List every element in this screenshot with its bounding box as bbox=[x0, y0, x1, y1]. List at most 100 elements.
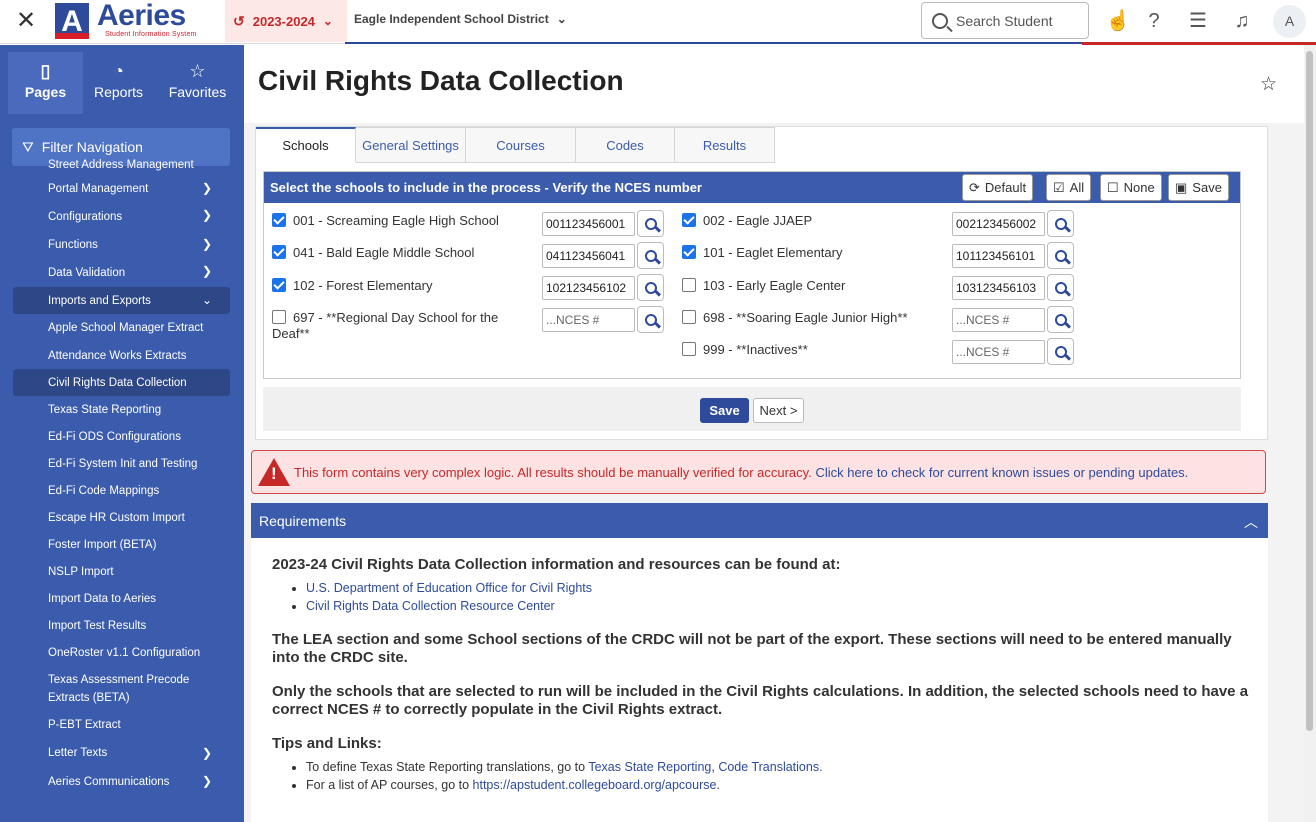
sidebar-item-escape-hr-custom-import[interactable]: Escape HR Custom Import bbox=[0, 504, 244, 531]
nces-field[interactable] bbox=[542, 244, 635, 268]
sidebar-item-ed-fi-system-init-and-testing[interactable]: Ed-Fi System Init and Testing bbox=[0, 450, 244, 477]
tip-text: For a list of AP courses, go to bbox=[306, 778, 470, 792]
ocr-link[interactable]: U.S. Department of Education Office for … bbox=[306, 581, 592, 595]
sidebar-item-import-test-results[interactable]: Import Test Results bbox=[0, 612, 244, 639]
sidebar-item-texas-assessment-precode-extracts[interactable]: Texas Assessment Precode Extracts (BETA) bbox=[0, 666, 244, 711]
school-checkbox[interactable] bbox=[272, 245, 286, 259]
nces-lookup-button[interactable] bbox=[637, 306, 664, 333]
nces-field[interactable] bbox=[952, 340, 1045, 364]
avatar[interactable]: A bbox=[1273, 5, 1306, 38]
nces-lookup-button[interactable] bbox=[637, 274, 664, 301]
sidebar-item-street-address-management[interactable]: Street Address Management bbox=[0, 155, 244, 175]
school-row[interactable]: 002 - Eagle JJAEP bbox=[682, 213, 812, 229]
save-button[interactable]: Save bbox=[700, 398, 749, 423]
nces-field[interactable] bbox=[952, 308, 1045, 332]
code-translations-link[interactable]: Code Translations. bbox=[718, 760, 822, 774]
nces-lookup-button[interactable] bbox=[1047, 242, 1074, 269]
sidebar-item-ed-fi-ods-configurations[interactable]: Ed-Fi ODS Configurations bbox=[0, 423, 244, 450]
scrollbar[interactable] bbox=[1304, 45, 1316, 822]
nces-field[interactable] bbox=[952, 244, 1045, 268]
tab-schools[interactable]: Schools bbox=[256, 127, 356, 163]
close-icon[interactable]: ✕ bbox=[14, 9, 38, 33]
tab-results[interactable]: Results bbox=[675, 127, 775, 163]
sidebar-item-functions[interactable]: Functions ❯ bbox=[0, 231, 244, 258]
search-icon bbox=[644, 313, 657, 326]
school-row[interactable]: 102 - Forest Elementary bbox=[272, 278, 432, 294]
school-checkbox[interactable] bbox=[272, 278, 286, 292]
ap-courses-link[interactable]: https://apstudent.collegeboard.org/apcou… bbox=[473, 778, 717, 792]
sidebar-item-nslp-import[interactable]: NSLP Import bbox=[0, 558, 244, 585]
sidebar-item-letter-texts[interactable]: Letter Texts ❯ bbox=[0, 738, 244, 768]
sidebar-item-oneroster-configuration[interactable]: OneRoster v1.1 Configuration bbox=[0, 639, 244, 666]
header-save-button[interactable]: ▣ Save bbox=[1168, 174, 1229, 201]
search-student-box[interactable]: Search Student bbox=[921, 2, 1089, 39]
sidebar-item-import-data-to-aeries[interactable]: Import Data to Aeries bbox=[0, 585, 244, 612]
crdc-resource-link[interactable]: Civil Rights Data Collection Resource Ce… bbox=[306, 599, 555, 613]
school-checkbox[interactable] bbox=[682, 310, 696, 324]
school-row[interactable]: 103 - Early Eagle Center bbox=[682, 278, 845, 294]
default-button[interactable]: ⟳ Default bbox=[962, 174, 1034, 201]
help-icon[interactable]: ? bbox=[1141, 8, 1167, 34]
sidebar-item-imports-and-exports[interactable]: Imports and Exports ⌄ bbox=[13, 287, 230, 314]
sidebar-item-aeries-communications[interactable]: Aeries Communications ❯ bbox=[0, 768, 244, 796]
texas-state-reporting-link[interactable]: Texas State Reporting bbox=[588, 760, 711, 774]
tab-pages[interactable]: ▯ Pages bbox=[8, 52, 83, 114]
nces-field[interactable] bbox=[952, 276, 1045, 300]
school-checkbox[interactable] bbox=[682, 213, 696, 227]
school-row[interactable]: 697 - **Regional Day School for the Deaf… bbox=[272, 310, 532, 342]
sidebar-item-label: Ed-Fi ODS Configurations bbox=[48, 430, 181, 443]
sidebar-item-civil-rights-data-collection[interactable]: Civil Rights Data Collection bbox=[13, 369, 230, 396]
tab-general-settings[interactable]: General Settings bbox=[356, 127, 466, 163]
district-selector[interactable]: Eagle Independent School District ⌄ bbox=[354, 12, 567, 26]
sidebar-item-texas-state-reporting[interactable]: Texas State Reporting bbox=[0, 396, 244, 423]
requirements-header[interactable]: Requirements ︿ bbox=[251, 503, 1268, 538]
nces-lookup-button[interactable] bbox=[637, 242, 664, 269]
sidebar-item-p-ebt-extract[interactable]: P-EBT Extract bbox=[0, 711, 244, 738]
aeries-logo[interactable]: A Aeries Student Information System bbox=[55, 0, 215, 41]
database-icon[interactable]: ☰ bbox=[1185, 8, 1211, 34]
school-row[interactable]: 001 - Screaming Eagle High School bbox=[272, 213, 499, 229]
favorite-star-icon[interactable]: ☆ bbox=[1260, 73, 1277, 96]
sidebar-item-ed-fi-code-mappings[interactable]: Ed-Fi Code Mappings bbox=[0, 477, 244, 504]
school-row[interactable]: 999 - **Inactives** bbox=[682, 342, 808, 358]
school-checkbox[interactable] bbox=[272, 213, 286, 227]
tab-reports[interactable]: ◔ Reports bbox=[81, 52, 156, 114]
select-none-button[interactable]: ☐ None bbox=[1100, 174, 1162, 201]
nces-lookup-button[interactable] bbox=[1047, 274, 1074, 301]
alerts-hand-icon[interactable]: ☝ bbox=[1105, 8, 1131, 34]
requirements-title: Requirements bbox=[259, 512, 347, 529]
nces-field[interactable] bbox=[542, 212, 635, 236]
known-issues-link[interactable]: Click here to check for current known is… bbox=[815, 465, 1188, 480]
tab-favorites[interactable]: ☆ Favorites bbox=[160, 52, 235, 114]
sidebar-item-attendance-works-extracts[interactable]: Attendance Works Extracts bbox=[0, 342, 244, 369]
scrollbar-thumb[interactable] bbox=[1306, 51, 1313, 731]
sidebar-item-configurations[interactable]: Configurations ❯ bbox=[0, 202, 244, 231]
school-row[interactable]: 101 - Eaglet Elementary bbox=[682, 245, 842, 261]
tab-courses[interactable]: Courses bbox=[466, 127, 576, 163]
nces-field[interactable] bbox=[952, 212, 1045, 236]
nces-field[interactable] bbox=[542, 276, 635, 300]
school-row[interactable]: 698 - **Soaring Eagle Junior High** bbox=[682, 310, 908, 326]
nces-lookup-button[interactable] bbox=[637, 210, 664, 237]
school-year-selector[interactable]: ↺ 2023-2024 ⌄ bbox=[225, 0, 347, 42]
notification-bell-icon[interactable]: ♫ bbox=[1229, 8, 1255, 34]
sidebar-tabs: ▯ Pages ◔ Reports ☆ Favorites bbox=[0, 45, 244, 120]
nces-lookup-button[interactable] bbox=[1047, 210, 1074, 237]
next-button[interactable]: Next > bbox=[753, 398, 804, 423]
school-checkbox[interactable] bbox=[682, 245, 696, 259]
school-row[interactable]: 041 - Bald Eagle Middle School bbox=[272, 245, 474, 261]
school-checkbox[interactable] bbox=[272, 310, 286, 324]
select-all-button[interactable]: ☑ All bbox=[1046, 174, 1092, 201]
chevron-up-icon[interactable]: ︿ bbox=[1244, 512, 1258, 532]
school-checkbox[interactable] bbox=[682, 342, 696, 356]
nces-lookup-button[interactable] bbox=[1047, 338, 1074, 365]
sidebar-item-foster-import[interactable]: Foster Import (BETA) bbox=[0, 531, 244, 558]
sidebar-item-apple-school-manager-extract[interactable]: Apple School Manager Extract bbox=[0, 314, 244, 342]
tab-codes[interactable]: Codes bbox=[576, 127, 675, 163]
school-checkbox[interactable] bbox=[682, 278, 696, 292]
nces-lookup-button[interactable] bbox=[1047, 306, 1074, 333]
sidebar-item-portal-management[interactable]: Portal Management ❯ bbox=[0, 175, 244, 202]
sidebar-item-data-validation[interactable]: Data Validation ❯ bbox=[0, 258, 244, 287]
nces-field[interactable] bbox=[542, 308, 635, 332]
school-label: 698 - **Soaring Eagle Junior High** bbox=[703, 310, 908, 325]
